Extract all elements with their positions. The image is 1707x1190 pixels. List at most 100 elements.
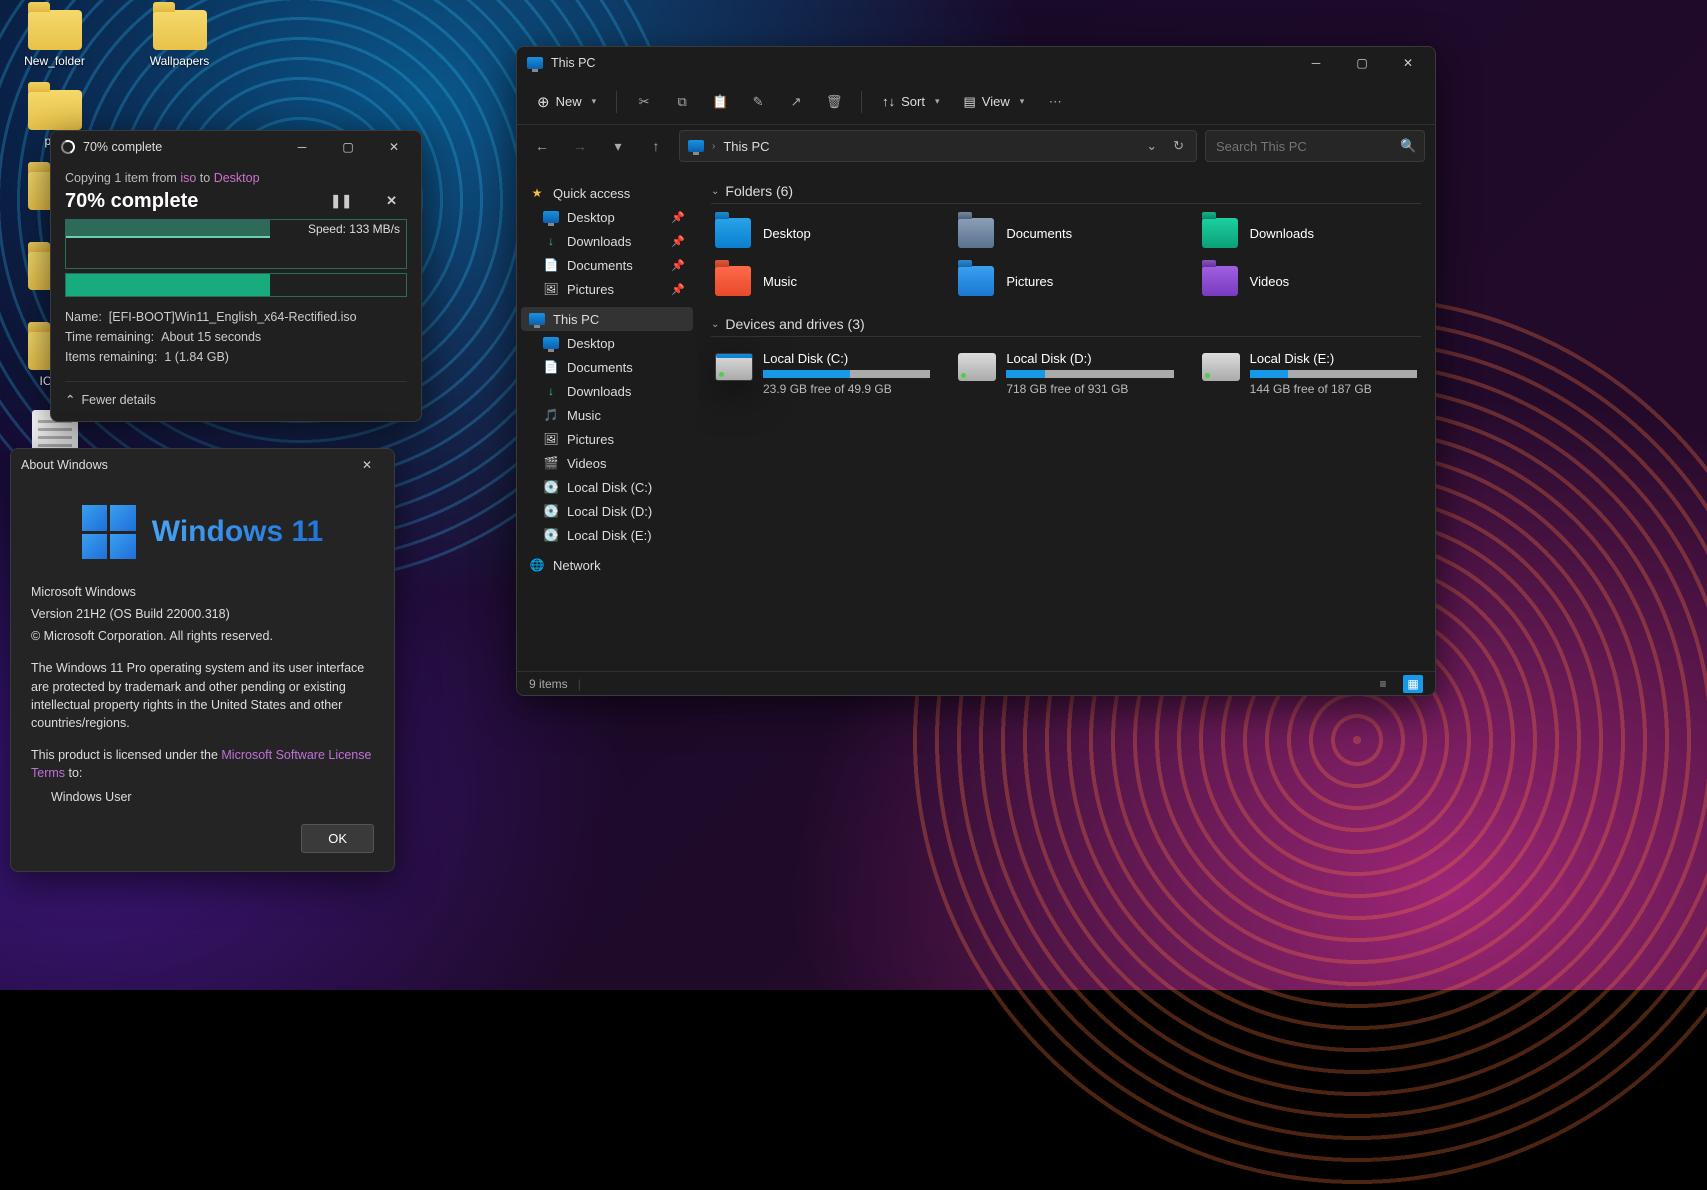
picture-icon: 🖼 <box>543 281 559 297</box>
chevron-up-icon: ⌃ <box>65 392 75 407</box>
copy-heading: Copying 1 item from iso to Desktop <box>65 171 407 185</box>
windows-logo: Windows 11 <box>31 505 374 559</box>
chevron-down-icon: ⌄ <box>711 186 719 197</box>
sidebar-item-desktop-pc[interactable]: Desktop <box>521 331 693 355</box>
explorer-toolbar: ⊕New ✂ ⧉ 📋 ✎ ↗ 🗑 ↑↓Sort ▤View ⋯ <box>517 79 1435 125</box>
address-dropdown-button[interactable]: ⌄ <box>1142 138 1161 154</box>
maximize-button[interactable]: ▢ <box>1339 47 1385 79</box>
sidebar-network[interactable]: 🌐Network <box>521 553 693 577</box>
pin-icon: 📌 <box>671 259 685 272</box>
copy-dest-link[interactable]: Desktop <box>214 171 260 185</box>
back-button[interactable]: ← <box>527 131 557 161</box>
pause-button[interactable]: ❚❚ <box>320 189 362 213</box>
copy-details: Name: [EFI-BOOT]Win11_English_x64-Rectif… <box>65 307 407 367</box>
about-legal-line: The Windows 11 Pro operating system and … <box>31 659 374 732</box>
close-button[interactable]: ✕ <box>1385 47 1431 79</box>
pin-icon: 📌 <box>671 211 685 224</box>
cut-button[interactable]: ✂ <box>627 88 661 116</box>
copy-source-link[interactable]: iso <box>180 171 196 185</box>
drive-item[interactable]: Local Disk (E:)144 GB free of 187 GB <box>1198 347 1421 400</box>
breadcrumb[interactable]: This PC <box>723 139 769 154</box>
sidebar-item-downloads[interactable]: ↓Downloads📌 <box>521 229 693 253</box>
ok-button[interactable]: OK <box>301 824 374 853</box>
desktop-icon <box>543 211 559 223</box>
refresh-button[interactable]: ↻ <box>1169 138 1188 154</box>
desktop-icon <box>543 337 559 349</box>
share-button[interactable]: ↗ <box>779 88 813 116</box>
sidebar-this-pc[interactable]: This PC <box>521 307 693 331</box>
folder-music[interactable]: Music <box>711 262 934 300</box>
copy-titlebar[interactable]: 70% complete ─ ▢ ✕ <box>51 131 421 163</box>
folder-desktop[interactable]: Desktop <box>711 214 934 252</box>
minimize-button[interactable]: ─ <box>279 131 325 163</box>
folder-documents[interactable]: Documents <box>954 214 1177 252</box>
close-button[interactable]: ✕ <box>344 449 390 481</box>
close-button[interactable]: ✕ <box>371 131 417 163</box>
sort-button[interactable]: ↑↓Sort <box>872 88 949 115</box>
sidebar-item-music[interactable]: 🎵Music <box>521 403 693 427</box>
drive-item[interactable]: Local Disk (C:)23.9 GB free of 49.9 GB <box>711 347 934 400</box>
search-input[interactable] <box>1216 139 1392 154</box>
details-view-button[interactable]: ≡ <box>1373 675 1393 693</box>
explorer-titlebar[interactable]: This PC ─ ▢ ✕ <box>517 47 1435 79</box>
about-titlebar[interactable]: About Windows ✕ <box>11 449 394 481</box>
more-button[interactable]: ⋯ <box>1038 88 1072 116</box>
copy-button[interactable]: ⧉ <box>665 88 699 116</box>
folder-label: Desktop <box>763 226 811 241</box>
up-button[interactable]: ↑ <box>641 131 671 161</box>
download-icon: ↓ <box>543 383 559 399</box>
sidebar-item-desktop[interactable]: Desktop📌 <box>521 205 693 229</box>
address-bar[interactable]: › This PC ⌄ ↻ <box>679 130 1197 162</box>
drives-header[interactable]: ⌄Devices and drives (3) <box>711 316 1421 337</box>
folder-icon <box>1202 218 1238 248</box>
sidebar-item-downloads-pc[interactable]: ↓Downloads <box>521 379 693 403</box>
drive-usage-bar <box>763 370 930 378</box>
folder-icon <box>958 218 994 248</box>
folders-header[interactable]: ⌄Folders (6) <box>711 183 1421 204</box>
new-button[interactable]: ⊕New <box>527 87 606 117</box>
document-icon: 📄 <box>543 257 559 273</box>
forward-button[interactable]: → <box>565 131 595 161</box>
recent-button[interactable]: ▾ <box>603 131 633 161</box>
sidebar-item-drive-c[interactable]: 💽Local Disk (C:) <box>521 475 693 499</box>
explorer-sidebar: ★Quick access Desktop📌 ↓Downloads📌 📄Docu… <box>517 167 697 671</box>
drive-icon <box>958 353 996 381</box>
paste-button[interactable]: 📋 <box>703 88 737 116</box>
tiles-view-button[interactable]: ▦ <box>1403 675 1423 693</box>
sidebar-item-documents[interactable]: 📄Documents📌 <box>521 253 693 277</box>
rename-button[interactable]: ✎ <box>741 88 775 116</box>
copy-title: 70% complete <box>83 140 162 154</box>
sidebar-item-drive-d[interactable]: 💽Local Disk (D:) <box>521 499 693 523</box>
sidebar-item-documents-pc[interactable]: 📄Documents <box>521 355 693 379</box>
explorer-statusbar: 9 items | ≡ ▦ <box>517 671 1435 695</box>
delete-button[interactable]: 🗑 <box>817 88 851 116</box>
desktop-icon-wallpapers[interactable]: Wallpapers <box>137 10 222 68</box>
drive-icon: 💽 <box>543 527 559 543</box>
sidebar-quick-access[interactable]: ★Quick access <box>521 181 693 205</box>
folder-icon <box>958 266 994 296</box>
folder-downloads[interactable]: Downloads <box>1198 214 1421 252</box>
search-box[interactable]: 🔍 <box>1205 130 1425 162</box>
windows-brand: Windows 11 <box>152 515 323 549</box>
sidebar-item-pictures-pc[interactable]: 🖼Pictures <box>521 427 693 451</box>
sidebar-item-pictures[interactable]: 🖼Pictures📌 <box>521 277 693 301</box>
sidebar-item-drive-e[interactable]: 💽Local Disk (E:) <box>521 523 693 547</box>
pin-icon: 📌 <box>671 283 685 296</box>
status-item-count: 9 items <box>529 677 568 691</box>
drive-item[interactable]: Local Disk (D:)718 GB free of 931 GB <box>954 347 1177 400</box>
folder-pictures[interactable]: Pictures <box>954 262 1177 300</box>
view-button[interactable]: ▤View <box>954 88 1035 116</box>
fewer-details-button[interactable]: ⌃Fewer details <box>65 381 407 407</box>
download-icon: ↓ <box>543 233 559 249</box>
folder-videos[interactable]: Videos <box>1198 262 1421 300</box>
maximize-button[interactable]: ▢ <box>325 131 371 163</box>
cancel-button[interactable]: ✕ <box>376 189 407 213</box>
document-icon: 📄 <box>543 359 559 375</box>
picture-icon: 🖼 <box>543 431 559 447</box>
sidebar-item-videos[interactable]: 🎬Videos <box>521 451 693 475</box>
about-version-line: Version 21H2 (OS Build 22000.318) <box>31 605 374 623</box>
folder-icon <box>715 218 751 248</box>
minimize-button[interactable]: ─ <box>1293 47 1339 79</box>
desktop-icon-new-folder[interactable]: New_folder <box>12 10 97 68</box>
drive-icon <box>715 353 753 381</box>
